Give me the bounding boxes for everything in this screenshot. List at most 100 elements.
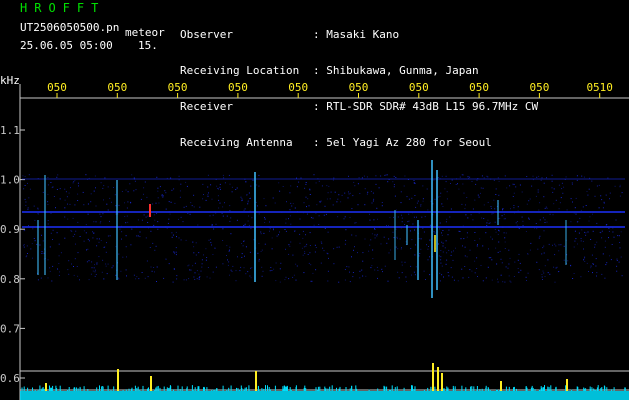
noise-dot xyxy=(357,204,359,206)
noise-dot xyxy=(512,183,514,185)
noise-dot xyxy=(619,186,621,188)
noise-dot xyxy=(305,182,307,183)
activity-peak xyxy=(150,376,152,391)
noise-dot xyxy=(369,219,371,221)
noise-dot xyxy=(64,237,66,239)
noise-dot xyxy=(87,238,89,240)
noise-dot xyxy=(580,209,582,211)
noise-dot xyxy=(295,263,297,265)
noise-dot xyxy=(594,246,596,248)
noise-dot xyxy=(337,198,339,200)
noise-dot xyxy=(193,194,195,196)
activity-spike xyxy=(489,389,491,391)
activity-spike xyxy=(96,387,98,391)
noise-dot xyxy=(320,200,322,202)
noise-dot xyxy=(413,180,415,181)
noise-dot xyxy=(581,175,583,177)
noise-dot xyxy=(570,221,572,223)
activity-spike xyxy=(331,385,333,391)
noise-dot xyxy=(258,260,260,262)
noise-dot xyxy=(125,246,127,248)
noise-dot xyxy=(198,278,200,280)
noise-dot xyxy=(205,248,207,250)
noise-dot xyxy=(263,198,265,200)
noise-dot xyxy=(439,195,441,197)
activity-spike xyxy=(181,386,183,391)
noise-dot xyxy=(99,222,101,224)
noise-dot xyxy=(230,269,232,271)
noise-dot xyxy=(256,205,258,207)
activity-spike xyxy=(177,385,179,391)
noise-dot xyxy=(153,214,155,216)
noise-dot xyxy=(616,270,618,272)
noise-dot xyxy=(118,278,120,280)
noise-dot xyxy=(336,201,338,203)
noise-dot xyxy=(133,190,135,192)
noise-dot xyxy=(601,230,603,232)
noise-dot xyxy=(487,266,489,268)
noise-dot xyxy=(136,276,138,278)
noise-dot xyxy=(404,261,406,263)
activity-spike xyxy=(68,387,70,391)
noise-dot xyxy=(144,277,146,279)
noise-dot xyxy=(27,208,29,210)
noise-dot xyxy=(602,253,604,255)
x-tick-label: 0510 xyxy=(586,81,613,94)
noise-dot xyxy=(471,180,473,182)
noise-dot xyxy=(232,265,234,267)
noise-dot xyxy=(495,247,497,249)
noise-dot xyxy=(250,185,252,187)
noise-dot xyxy=(212,271,214,273)
noise-dot xyxy=(392,181,394,183)
y-ticks: 1.1 1.0 0.9 0.8 0.7 0.6 xyxy=(0,124,25,385)
noise-dot xyxy=(250,277,252,279)
noise-dot xyxy=(592,230,594,232)
noise-dot xyxy=(574,240,576,242)
noise-dot xyxy=(616,265,618,267)
noise-dot xyxy=(483,218,485,219)
activity-spike xyxy=(87,389,89,391)
noise-dot xyxy=(588,188,590,190)
noise-dot xyxy=(327,192,329,194)
activity-spike xyxy=(606,387,608,391)
noise-dot xyxy=(494,221,496,223)
noise-dot xyxy=(348,193,350,195)
activity-spike xyxy=(42,387,44,391)
noise-dot xyxy=(143,187,145,189)
noise-dot xyxy=(258,258,260,260)
noise-dot xyxy=(57,174,59,176)
noise-dot xyxy=(165,258,167,260)
noise-dot xyxy=(463,192,465,194)
noise-dot xyxy=(22,175,24,177)
y-tick-label: 0.7 xyxy=(0,322,20,335)
noise-dot xyxy=(117,277,119,279)
noise-dot xyxy=(560,197,562,199)
noise-dot xyxy=(606,262,608,264)
noise-dot xyxy=(422,185,424,187)
noise-dot xyxy=(241,198,243,200)
activity-spike xyxy=(139,389,141,391)
noise-dot xyxy=(171,232,173,234)
noise-dot xyxy=(606,224,608,225)
noise-dot xyxy=(441,175,443,177)
noise-dot xyxy=(318,224,320,225)
noise-dot xyxy=(427,209,429,211)
noise-dot xyxy=(99,213,101,215)
noise-dot xyxy=(482,245,484,247)
noise-dot xyxy=(183,279,185,281)
noise-dot xyxy=(374,228,375,229)
noise-dot xyxy=(549,213,551,215)
noise-dot xyxy=(477,276,478,277)
activity-spike xyxy=(411,385,413,391)
noise-dot xyxy=(380,175,382,177)
noise-dot xyxy=(483,204,485,206)
noise-dot xyxy=(105,265,107,267)
noise-dot xyxy=(146,260,148,262)
noise-dot xyxy=(252,179,254,181)
noise-dot xyxy=(49,246,51,248)
noise-dot xyxy=(386,225,387,226)
noise-dot xyxy=(449,216,451,218)
noise-dot xyxy=(33,238,35,239)
noise-dot xyxy=(461,203,463,205)
noise-dot xyxy=(510,281,512,283)
